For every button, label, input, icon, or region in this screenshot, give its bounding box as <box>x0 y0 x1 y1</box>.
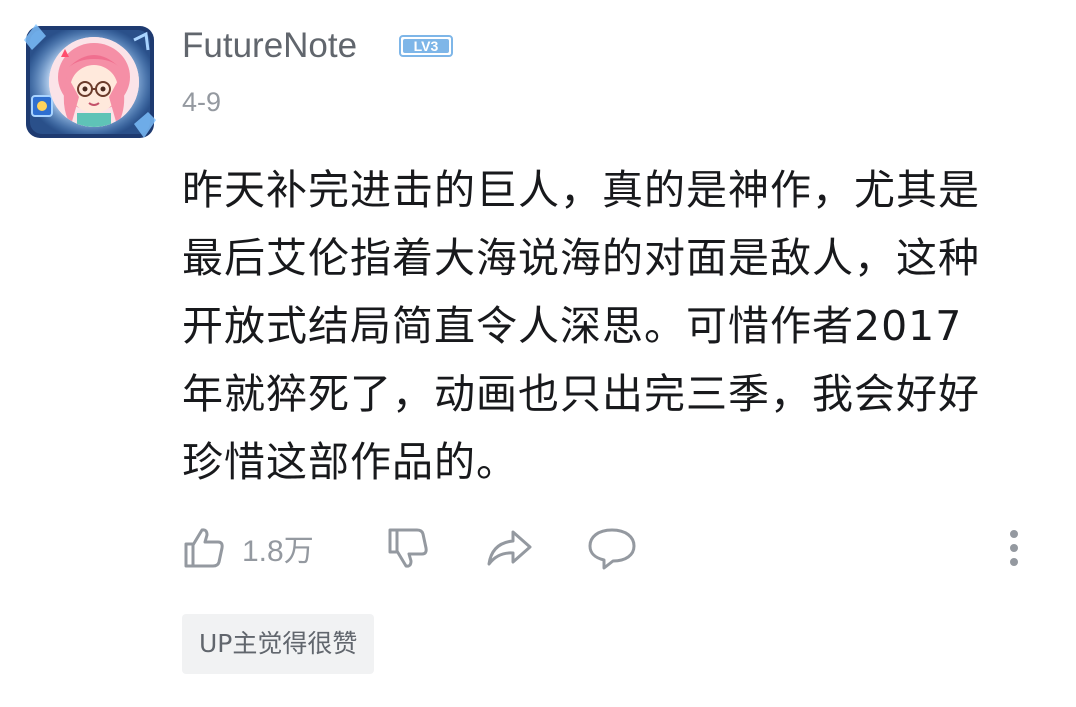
like-button[interactable]: 1.8万 <box>180 522 314 574</box>
comment-line: 珍惜这部作品的。 <box>182 438 518 486</box>
level-badge-icon: LV3 <box>399 35 453 57</box>
comment-action-bar: 1.8万 <box>180 522 1036 574</box>
avatar <box>49 37 139 127</box>
dislike-button[interactable] <box>384 522 432 574</box>
like-count: 1.8万 <box>242 535 314 568</box>
comment-line: 年就猝死了，动画也只出完三季，我会好好 <box>182 370 980 418</box>
avatar-with-frame[interactable] <box>22 20 158 142</box>
more-vertical-icon <box>1010 530 1018 566</box>
more-options-button[interactable] <box>1002 522 1026 574</box>
comment-bubble-icon <box>588 528 636 570</box>
thumbs-up-icon <box>184 528 224 568</box>
thumbs-down-icon <box>388 528 428 568</box>
share-icon <box>487 530 532 566</box>
level-badge-text: LV3 <box>414 38 439 54</box>
share-button[interactable] <box>484 522 534 574</box>
comment-text: 昨天补完进击的巨人，真的是神作，尤其是 最后艾伦指着大海说海的对面是敌人，这种 … <box>182 156 1062 496</box>
up-liked-tag: UP主觉得很赞 <box>182 614 375 674</box>
comment-line: 最后艾伦指着大海说海的对面是敌人，这种 <box>182 234 980 282</box>
comment-line: 开放式结局简直令人深思。可惜作者2017 <box>182 302 963 350</box>
comment-line: 昨天补完进击的巨人，真的是神作，尤其是 <box>182 166 980 214</box>
reply-button[interactable] <box>586 522 638 574</box>
anime-girl-avatar-icon <box>49 37 139 127</box>
username[interactable]: FutureNote <box>182 24 357 68</box>
comment-date: 4-9 <box>182 87 222 117</box>
